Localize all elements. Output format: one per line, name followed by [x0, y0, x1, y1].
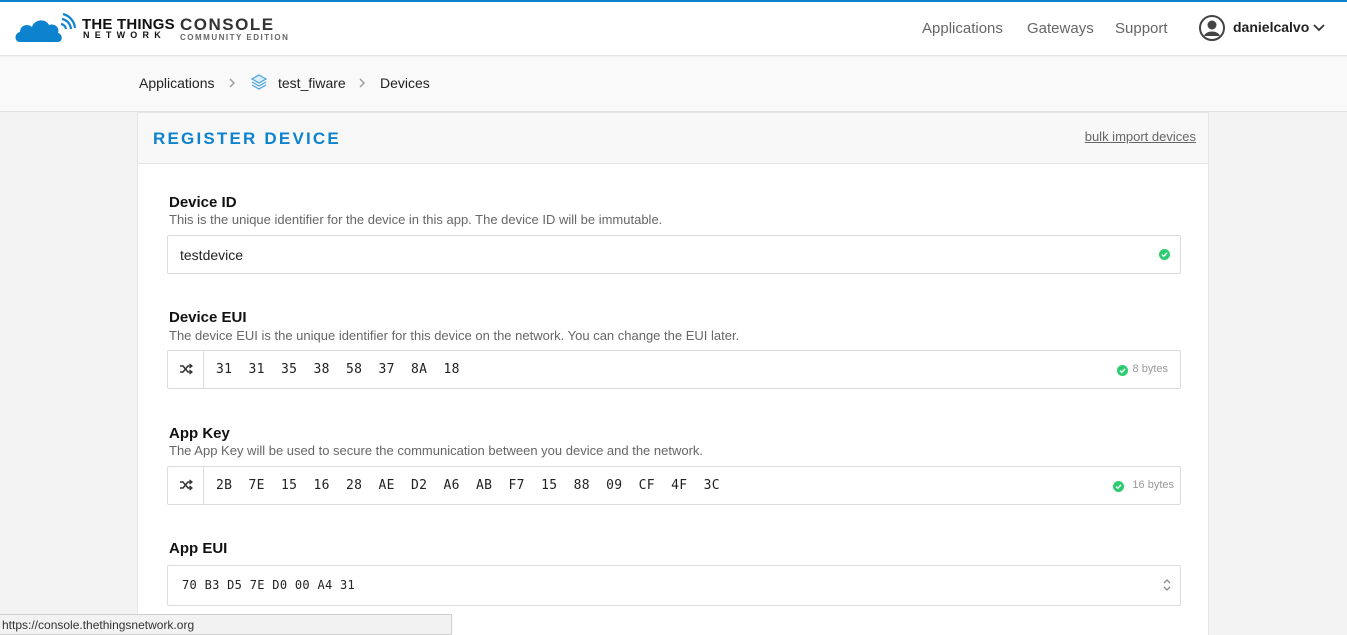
- user-name[interactable]: danielcalvo: [1233, 19, 1309, 35]
- page-title: REGISTER DEVICE: [153, 129, 341, 148]
- chevron-down-icon[interactable]: [1313, 24, 1325, 32]
- device-eui-byte-count: 8 bytes: [1132, 363, 1168, 375]
- app-eui-select[interactable]: 70 B3 D5 7E D0 00 A4 31: [167, 565, 1181, 606]
- chevron-right-icon: [229, 78, 235, 88]
- app-eui-value: 70 B3 D5 7E D0 00 A4 31: [182, 578, 356, 592]
- app-key-description: The App Key will be used to secure the c…: [169, 443, 704, 458]
- device-eui-field[interactable]: 31 31 35 38 58 37 8A 18 8 bytes: [167, 350, 1181, 389]
- console-subtitle: COMMUNITY EDITION: [180, 33, 290, 42]
- top-navbar: THE THINGS NETWORK CONSOLE COMMUNITY EDI…: [0, 2, 1347, 56]
- breadcrumb-app[interactable]: test_fiware: [278, 75, 346, 91]
- device-id-field[interactable]: testdevice: [167, 235, 1181, 274]
- app-key-field[interactable]: 2B 7E 15 16 28 AE D2 A6 AB F7 15 88 09 C…: [167, 466, 1181, 505]
- device-id-value: testdevice: [180, 247, 244, 263]
- shuffle-icon: [180, 479, 193, 491]
- layers-icon: [250, 74, 268, 90]
- device-id-description: This is the unique identifier for the de…: [169, 212, 663, 227]
- breadcrumb-applications[interactable]: Applications: [139, 75, 215, 91]
- app-key-label: App Key: [169, 425, 230, 442]
- ttn-cloud-logo-icon[interactable]: [14, 12, 76, 46]
- bulk-import-link[interactable]: bulk import devices: [1085, 129, 1196, 144]
- device-eui-label: Device EUI: [169, 309, 247, 326]
- register-device-card: REGISTER DEVICE bulk import devices Devi…: [137, 112, 1209, 635]
- nav-support[interactable]: Support: [1115, 20, 1168, 37]
- nav-gateways[interactable]: Gateways: [1027, 20, 1094, 37]
- app-eui-label: App EUI: [169, 540, 228, 557]
- device-eui-description: The device EUI is the unique identifier …: [169, 328, 740, 343]
- card-header: REGISTER DEVICE bulk import devices: [138, 113, 1208, 164]
- check-circle-icon: [1159, 249, 1170, 260]
- browser-status-url: https://console.thethingsnetwork.org: [0, 614, 452, 635]
- user-avatar-icon[interactable]: [1199, 15, 1225, 41]
- randomize-device-eui-button[interactable]: [168, 351, 204, 388]
- check-circle-icon: [1113, 481, 1124, 492]
- app-key-byte-count: 16 bytes: [1132, 479, 1174, 491]
- select-arrows-icon: [1163, 579, 1171, 591]
- device-id-label: Device ID: [169, 194, 237, 211]
- brand-name-bottom: NETWORK: [83, 30, 166, 40]
- console-title: CONSOLE: [180, 15, 275, 34]
- breadcrumb: Applications test_fiware Devices: [0, 57, 1347, 112]
- randomize-app-key-button[interactable]: [168, 467, 204, 504]
- check-circle-icon: [1117, 365, 1128, 376]
- chevron-right-icon: [359, 78, 365, 88]
- nav-applications[interactable]: Applications: [922, 20, 1003, 37]
- breadcrumb-devices[interactable]: Devices: [380, 75, 430, 91]
- device-eui-value: 31 31 35 38 58 37 8A 18: [216, 362, 460, 377]
- app-key-value: 2B 7E 15 16 28 AE D2 A6 AB F7 15 88 09 C…: [216, 478, 720, 493]
- shuffle-icon: [180, 363, 193, 375]
